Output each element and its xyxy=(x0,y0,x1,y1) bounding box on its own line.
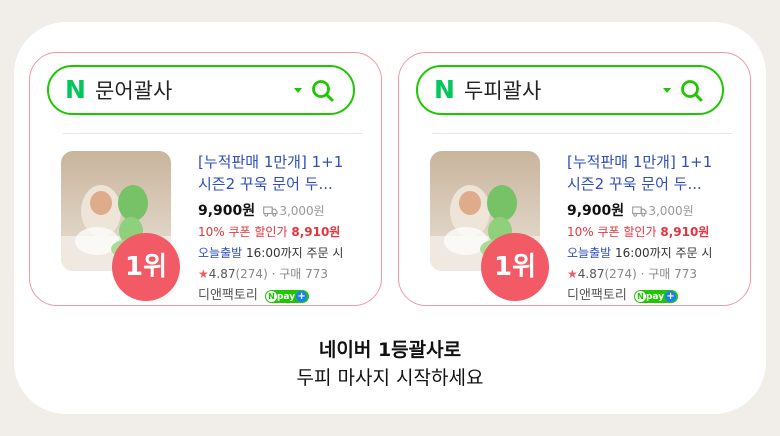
npay-badge: Npay + xyxy=(633,290,679,303)
star-icon: ★ xyxy=(567,267,578,281)
caption-subline: 두피 마사지 시작하세요 xyxy=(296,367,484,389)
rank-badge: 1위 xyxy=(112,233,180,301)
product-title[interactable]: [누적판매 1만개] 1+1 시즌2 꾸욱 문어 두... xyxy=(567,151,732,195)
delivery-info: 오늘출발 16:00까지 주문 시 xyxy=(567,246,713,260)
naver-logo: N xyxy=(434,75,455,104)
product-info: [누적판매 1만개] 1+1 시즌2 꾸욱 문어 두... 9,900원 3,0… xyxy=(198,151,373,305)
price: 9,900원 xyxy=(198,203,256,219)
seller[interactable]: 디앤팩토리 Npay + xyxy=(567,287,742,305)
search-icon[interactable] xyxy=(679,78,705,104)
rating: ★4.87(274) · 구매 773 xyxy=(198,267,329,281)
shipping-fee: 3,000원 xyxy=(263,204,325,218)
search-bar[interactable]: N 두피괄사 xyxy=(416,65,724,115)
rank-badge: 1위 xyxy=(481,233,549,301)
npay-n-icon: N xyxy=(265,291,277,302)
coupon-price: 10% 쿠폰 할인가 8,910원 xyxy=(198,225,341,239)
naver-logo: N xyxy=(65,75,86,104)
search-icon[interactable] xyxy=(310,78,336,104)
search-query[interactable]: 두피괄사 xyxy=(464,78,541,104)
search-result-card-1: N 문어괄사 1위 [누적판매 1만개] 1+1 시즌2 꾸욱 문어 두... … xyxy=(29,52,382,306)
caption-headline: 네이버 1등괄사로 xyxy=(318,339,462,361)
npay-n-icon: N xyxy=(634,291,646,302)
plus-icon: + xyxy=(296,291,308,302)
plus-icon: + xyxy=(665,291,677,302)
truck-icon xyxy=(263,206,278,217)
search-result-card-2: N 두피괄사 1위 [누적판매 1만개] 1+1 시즌2 꾸욱 문어 두... … xyxy=(398,52,751,306)
chevron-down-icon[interactable] xyxy=(294,88,302,93)
seller[interactable]: 디앤팩토리 Npay + xyxy=(198,287,373,305)
truck-icon xyxy=(632,206,647,217)
search-bar[interactable]: N 문어괄사 xyxy=(47,65,355,115)
coupon-price: 10% 쿠폰 할인가 8,910원 xyxy=(567,225,710,239)
delivery-info: 오늘출발 16:00까지 주문 시 xyxy=(198,246,344,260)
star-icon: ★ xyxy=(198,267,209,281)
rating: ★4.87(274) · 구매 773 xyxy=(567,267,698,281)
divider xyxy=(432,133,732,134)
price: 9,900원 xyxy=(567,203,625,219)
shipping-fee: 3,000원 xyxy=(632,204,694,218)
product-title[interactable]: [누적판매 1만개] 1+1 시즌2 꾸욱 문어 두... xyxy=(198,151,363,195)
chevron-down-icon[interactable] xyxy=(663,88,671,93)
search-query[interactable]: 문어괄사 xyxy=(95,78,172,104)
price-row: 9,900원 3,000원 xyxy=(198,202,373,221)
divider xyxy=(63,133,363,134)
price-row: 9,900원 3,000원 xyxy=(567,202,742,221)
npay-badge: Npay + xyxy=(264,290,310,303)
product-info: [누적판매 1만개] 1+1 시즌2 꾸욱 문어 두... 9,900원 3,0… xyxy=(567,151,742,305)
